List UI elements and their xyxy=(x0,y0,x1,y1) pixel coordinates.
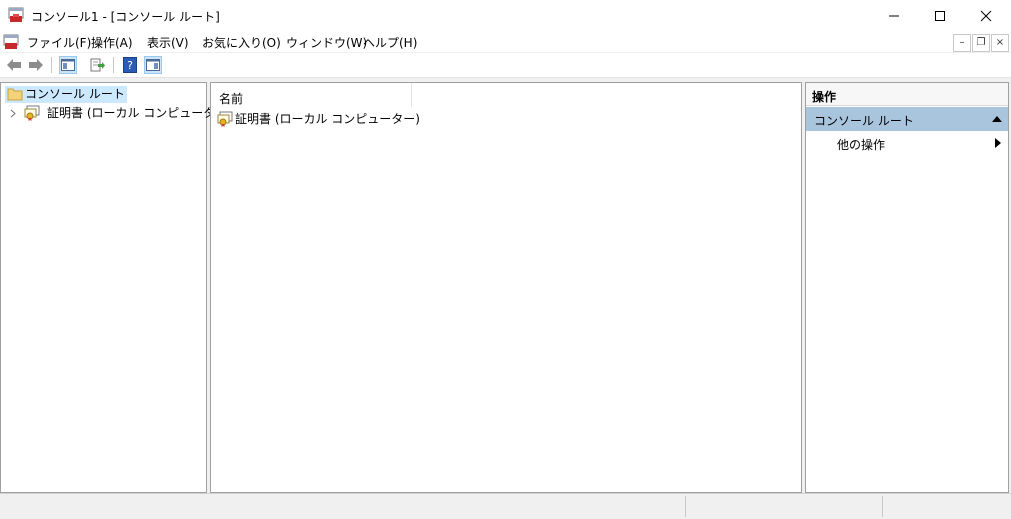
export-list-icon xyxy=(90,58,105,72)
actions-header-label: 操作 xyxy=(812,90,837,104)
certificate-icon xyxy=(217,111,233,127)
folder-icon xyxy=(7,87,23,101)
child-restore-button[interactable]: ❐ xyxy=(972,34,990,52)
child-window-icon[interactable] xyxy=(3,34,19,50)
actions-group-label: コンソール ルート xyxy=(814,114,914,128)
more-actions-label: 他の操作 xyxy=(837,138,886,152)
help-icon: ? xyxy=(123,57,137,73)
window-title: コンソール1 - [コンソール ルート] xyxy=(31,10,220,24)
column-header-name[interactable]: 名前 xyxy=(211,83,412,107)
tree-item-console-root[interactable]: コンソール ルート xyxy=(5,86,127,103)
submenu-arrow-icon xyxy=(995,138,1001,148)
menu-file[interactable]: ファイル(F) xyxy=(27,34,91,51)
menu-action[interactable]: 操作(A) xyxy=(91,34,133,51)
menu-bar: ファイル(F) 操作(A) 表示(V) お気に入り(O) ウィンドウ(W) ヘル… xyxy=(0,31,1011,52)
menu-favorites[interactable]: お気に入り(O) xyxy=(202,34,281,51)
forward-arrow-icon xyxy=(29,59,43,71)
minimize-button[interactable] xyxy=(871,0,917,31)
back-arrow-icon xyxy=(7,59,21,71)
title-bar: コンソール1 - [コンソール ルート] xyxy=(0,0,1011,31)
more-actions-link[interactable]: 他の操作 xyxy=(837,136,885,153)
toolbar-separator xyxy=(113,57,114,73)
console-tree-icon xyxy=(61,59,75,71)
certificate-icon xyxy=(24,105,40,121)
menu-view[interactable]: 表示(V) xyxy=(147,34,189,51)
export-list-button[interactable] xyxy=(89,56,107,74)
help-button[interactable]: ? xyxy=(121,56,139,74)
show-hide-action-pane-button[interactable] xyxy=(144,56,162,74)
forward-button[interactable] xyxy=(27,56,45,74)
toolbar: ? xyxy=(0,53,1011,78)
actions-pane: 操作 コンソール ルート 他の操作 xyxy=(805,82,1009,493)
toolbar-separator xyxy=(51,57,52,73)
actions-header: 操作 xyxy=(806,83,1008,106)
mmc-app-icon[interactable] xyxy=(8,7,24,23)
list-item-label: 証明書 (ローカル コンピューター) xyxy=(235,112,420,126)
result-pane: 名前 証明書 (ローカル コンピューター) xyxy=(210,82,802,493)
list-item[interactable]: 証明書 (ローカル コンピューター) xyxy=(217,111,420,128)
back-button[interactable] xyxy=(5,56,23,74)
show-hide-tree-button[interactable] xyxy=(59,56,77,74)
console-tree-pane: コンソール ルート 証明書 (ローカル コンピューター) xyxy=(0,82,232,493)
column-header-label: 名前 xyxy=(219,92,244,106)
child-close-button[interactable]: × xyxy=(991,34,1009,52)
child-minimize-button[interactable]: – xyxy=(953,34,971,52)
menu-window[interactable]: ウィンドウ(W) xyxy=(286,34,367,51)
expand-chevron-icon[interactable] xyxy=(9,105,17,122)
tree-root-label: コンソール ルート xyxy=(25,87,125,101)
collapse-up-icon xyxy=(992,116,1002,122)
svg-text:?: ? xyxy=(127,59,133,72)
close-button[interactable] xyxy=(963,0,1009,31)
menu-help[interactable]: ヘルプ(H) xyxy=(363,34,417,51)
tree-child-label: 証明書 (ローカル コンピューター) xyxy=(47,106,232,120)
action-pane-icon xyxy=(146,59,160,71)
tree-item-certificates[interactable]: 証明書 (ローカル コンピューター) xyxy=(9,105,232,122)
status-bar xyxy=(0,493,1011,519)
status-divider xyxy=(882,496,883,517)
actions-group-console-root[interactable]: コンソール ルート xyxy=(806,107,1008,131)
status-divider xyxy=(685,496,686,517)
maximize-button[interactable] xyxy=(917,0,963,31)
